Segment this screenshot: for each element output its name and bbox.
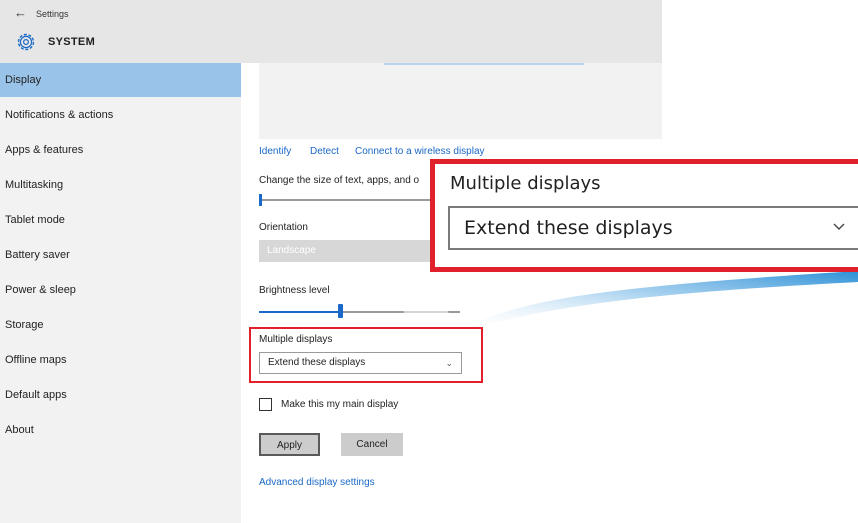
zoomed-dropdown-value: Extend these displays — [464, 217, 673, 239]
brightness-slider-fill[interactable] — [259, 311, 342, 313]
sidebar-item-label: Offline maps — [5, 354, 67, 366]
zoomed-multiple-displays-dropdown[interactable]: Extend these displays — [448, 206, 858, 250]
multiple-displays-value: Extend these displays — [268, 357, 366, 368]
sidebar-item-notifications[interactable]: Notifications & actions — [0, 98, 241, 132]
sidebar-item-storage[interactable]: Storage — [0, 308, 241, 342]
sidebar-item-label: About — [5, 424, 34, 436]
main-display-label: Make this my main display — [281, 399, 399, 410]
sidebar-item-multitasking[interactable]: Multitasking — [0, 168, 241, 202]
sidebar-item-power-sleep[interactable]: Power & sleep — [0, 273, 241, 307]
zoomed-multiple-displays-label: Multiple displays — [450, 173, 601, 194]
sidebar-item-offline-maps[interactable]: Offline maps — [0, 343, 241, 377]
detect-link[interactable]: Detect — [310, 146, 339, 157]
brightness-slider-thumb[interactable] — [338, 304, 343, 318]
orientation-dropdown[interactable]: Landscape — [259, 240, 439, 262]
scale-slider-thumb[interactable] — [259, 194, 262, 206]
sidebar-item-apps-features[interactable]: Apps & features — [0, 133, 241, 167]
sidebar-item-default-apps[interactable]: Default apps — [0, 378, 241, 412]
sidebar-item-label: Storage — [5, 319, 44, 331]
main-display-checkbox[interactable] — [259, 398, 272, 411]
multiple-displays-dropdown[interactable]: Extend these displays ⌄ — [259, 352, 462, 374]
scale-slider-track[interactable] — [259, 199, 459, 201]
app-title: Settings — [36, 9, 69, 19]
title-bar: ← Settings SYSTEM — [0, 0, 662, 63]
chevron-down-icon — [833, 223, 845, 230]
section-title: SYSTEM — [48, 36, 96, 48]
sidebar-item-label: Display — [5, 74, 42, 86]
apply-button[interactable]: Apply — [259, 433, 320, 456]
orientation-label: Orientation — [259, 222, 308, 233]
cancel-button[interactable]: Cancel — [341, 433, 403, 456]
back-arrow-icon[interactable]: ← — [14, 5, 27, 20]
sidebar: Display Notifications & actions Apps & f… — [0, 63, 241, 523]
sidebar-item-label: Battery saver — [5, 249, 70, 261]
identify-link[interactable]: Identify — [259, 146, 291, 157]
scale-label: Change the size of text, apps, and o — [259, 175, 420, 186]
sidebar-item-display[interactable]: Display — [0, 63, 241, 97]
advanced-display-settings-link[interactable]: Advanced display settings — [259, 477, 375, 488]
sidebar-item-label: Tablet mode — [5, 214, 65, 226]
multiple-displays-label: Multiple displays — [259, 334, 333, 345]
sidebar-item-label: Notifications & actions — [5, 109, 114, 121]
chevron-down-icon: ⌄ — [445, 358, 453, 368]
brightness-slider-track[interactable] — [342, 311, 460, 313]
sidebar-item-battery-saver[interactable]: Battery saver — [0, 238, 241, 272]
sidebar-item-label: Power & sleep — [5, 284, 76, 296]
sidebar-item-tablet-mode[interactable]: Tablet mode — [0, 203, 241, 237]
sidebar-item-label: Default apps — [5, 389, 67, 401]
sidebar-item-label: Multitasking — [5, 179, 64, 191]
brightness-label: Brightness level — [259, 285, 330, 296]
zoomed-callout: Multiple displays Extend these displays — [430, 159, 858, 272]
monitor-edge — [384, 63, 584, 65]
wireless-display-link[interactable]: Connect to a wireless display — [355, 146, 485, 157]
display-preview[interactable] — [259, 63, 662, 139]
sidebar-item-label: Apps & features — [5, 144, 84, 156]
gear-icon — [17, 33, 35, 51]
sidebar-item-about[interactable]: About — [0, 413, 241, 447]
